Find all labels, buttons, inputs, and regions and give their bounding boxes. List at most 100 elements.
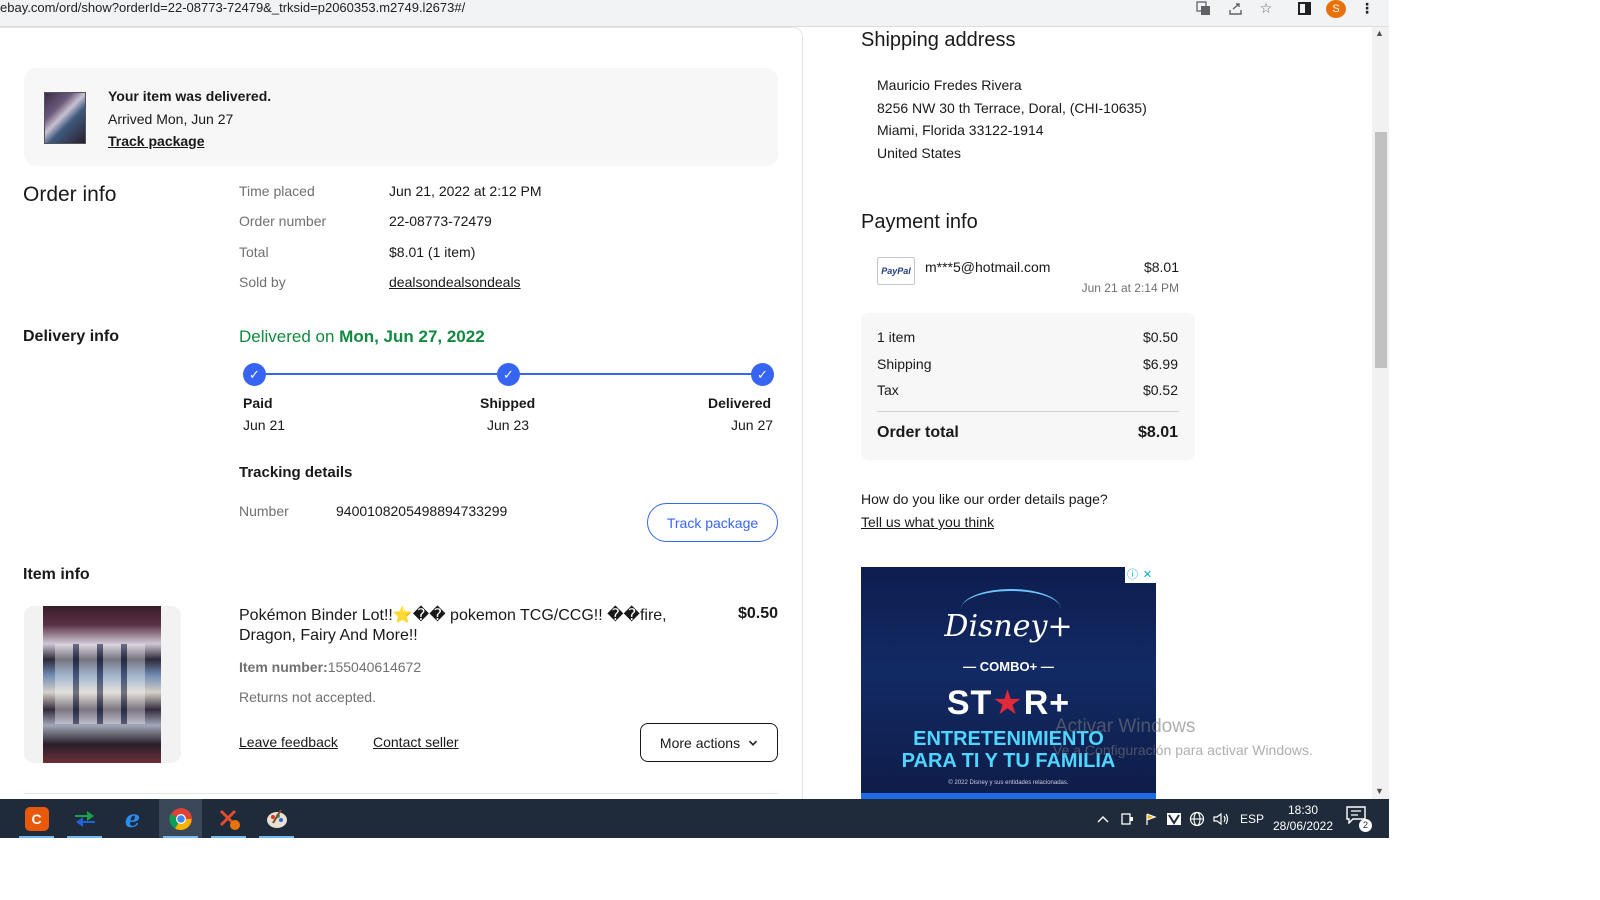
- check-icon: ✓: [751, 363, 774, 386]
- snipping-icon: [219, 809, 240, 830]
- paint-app-icon[interactable]: [255, 799, 298, 838]
- paypal-logo: PayPal: [877, 257, 915, 285]
- disney-ad-banner[interactable]: ⓘ ✕ Disney+ — COMBO+ — ST★R+ ENTRETENIMI…: [861, 567, 1156, 799]
- ccleaner-app-icon[interactable]: C: [15, 799, 58, 838]
- delivered-status-date: Mon, Jun 27, 2022: [339, 327, 485, 346]
- tray-chevron-up-icon[interactable]: [1097, 799, 1109, 838]
- address-bar[interactable]: ebay.com/ord/show?orderId=22-08773-72479…: [0, 0, 465, 18]
- internet-explorer-app-icon[interactable]: e: [111, 799, 154, 838]
- star-icon[interactable]: ☆: [1257, 0, 1275, 17]
- more-actions-label: More actions: [659, 734, 741, 751]
- tray-flag-icon[interactable]: [1144, 799, 1158, 838]
- check-icon: ✓: [497, 363, 520, 386]
- taskbar-indicator: [67, 836, 102, 838]
- step-delivered-date: Jun 27: [731, 417, 774, 433]
- order-number-value: 22-08773-72479: [389, 213, 492, 229]
- summary-tax-label: Tax: [877, 382, 899, 398]
- contact-seller-link[interactable]: Contact seller: [373, 734, 459, 750]
- tracking-number-label: Number: [239, 503, 289, 519]
- item-number-label: Item number:: [239, 659, 328, 675]
- order-total-value: $8.01: [1137, 424, 1178, 441]
- summary-items-label: 1 item: [877, 329, 916, 345]
- returns-policy: Returns not accepted.: [239, 689, 376, 705]
- paint-palette-icon: [266, 808, 287, 828]
- feedback-question: How do you like our order details page?: [861, 491, 1108, 507]
- taskbar-indicator: [259, 836, 294, 838]
- scrollbar-thumb[interactable]: [1375, 132, 1387, 368]
- ad-info-icon[interactable]: ⓘ: [1125, 567, 1140, 583]
- summary-shipping-value: $6.99: [1142, 356, 1178, 372]
- scroll-down-arrow-icon[interactable]: ▼: [1375, 786, 1384, 796]
- seller-link[interactable]: dealsondealsondeals: [389, 274, 521, 290]
- windows-activation-title: Activar Windows: [1055, 716, 1196, 737]
- step-delivered-label: Delivered: [708, 395, 772, 411]
- time-placed-value: Jun 21, 2022 at 2:12 PM: [389, 183, 542, 199]
- snipping-app-icon[interactable]: [207, 799, 250, 838]
- item-info-heading: Item info: [23, 566, 90, 583]
- leave-feedback-link[interactable]: Leave feedback: [239, 734, 338, 750]
- network-app-icon[interactable]: [63, 799, 106, 838]
- ie-glyph: e: [124, 804, 141, 833]
- item-thumbnail: [44, 92, 86, 144]
- tray-network-globe-icon[interactable]: [1189, 799, 1205, 838]
- section-divider: [24, 793, 778, 794]
- ad-choices[interactable]: ⓘ ✕: [1125, 567, 1156, 583]
- clock-date: 28/06/2022: [1272, 819, 1334, 833]
- item-image[interactable]: [24, 606, 181, 763]
- banner-track-package-link[interactable]: Track package: [108, 133, 205, 149]
- step-paid-label: Paid: [243, 395, 273, 411]
- windows-activation-subtitle: Ve a Configuración para activar Windows.: [1053, 742, 1313, 758]
- address-city: Miami, Florida 33122-1914: [877, 122, 1044, 138]
- step-shipped-label: Shipped: [480, 395, 536, 411]
- tray-volume-icon[interactable]: [1213, 799, 1231, 838]
- tray-app-icon[interactable]: [1166, 799, 1182, 838]
- address-street: 8256 NW 30 th Terrace, Doral, (CHI-10635…: [877, 100, 1147, 116]
- check-icon: ✓: [243, 363, 266, 386]
- order-info-heading: Order info: [23, 183, 117, 206]
- ad-star-glyph: ★: [992, 684, 1024, 722]
- notifications-icon[interactable]: 2: [1346, 806, 1372, 832]
- track-package-button[interactable]: Track package: [647, 503, 778, 542]
- summary-shipping-label: Shipping: [877, 356, 932, 372]
- item-photo: [43, 606, 161, 763]
- network-arrows-icon: [74, 810, 95, 827]
- menu-kebab-icon[interactable]: ⋮: [1358, 0, 1376, 17]
- notifications-count: 2: [1359, 819, 1372, 832]
- profile-avatar[interactable]: S: [1326, 0, 1346, 18]
- ad-star-left: ST: [946, 684, 993, 722]
- desktop-blank-area: [1389, 0, 1600, 900]
- delivery-info-heading: Delivery info: [23, 328, 120, 345]
- summary-divider: [877, 411, 1179, 412]
- order-summary: 1 item $0.50 Shipping $6.99 Tax $0.52 Or…: [861, 313, 1195, 460]
- total-value: $8.01 (1 item): [389, 244, 476, 260]
- summary-items-value: $0.50: [1142, 329, 1178, 345]
- more-actions-button[interactable]: More actions: [640, 723, 778, 762]
- ad-close-icon[interactable]: ✕: [1140, 567, 1155, 583]
- translate-icon[interactable]: [1194, 0, 1212, 17]
- delivered-status: Delivered on Mon, Jun 27, 2022: [239, 327, 485, 347]
- scroll-up-arrow-icon[interactable]: ▲: [1375, 28, 1384, 38]
- tracking-details-heading: Tracking details: [239, 464, 353, 481]
- chevron-down-icon: [749, 740, 758, 746]
- share-icon[interactable]: [1226, 0, 1244, 17]
- chrome-app-icon[interactable]: [159, 799, 202, 838]
- time-placed-label: Time placed: [239, 183, 315, 199]
- ad-brand-logo: Disney+: [944, 609, 1073, 644]
- address-name: Mauricio Fredes Rivera: [877, 77, 1022, 93]
- sidepanel-icon[interactable]: [1295, 0, 1313, 17]
- ccleaner-glyph: C: [24, 806, 49, 831]
- item-price: $0.50: [737, 605, 778, 622]
- step-paid-date: Jun 21: [243, 417, 286, 433]
- banner-title: Your item was delivered.: [108, 88, 272, 104]
- step-shipped-date: Jun 23: [487, 417, 530, 433]
- shipping-address-heading: Shipping address: [861, 29, 1016, 51]
- feedback-link[interactable]: Tell us what you think: [861, 514, 994, 530]
- item-title-link[interactable]: Pokémon Binder Lot!!⭐️�� pokemon TCG/CCG…: [239, 606, 699, 646]
- taskbar-clock[interactable]: 18:30 28/06/2022: [1268, 802, 1338, 834]
- tray-device-icon[interactable]: [1120, 799, 1134, 838]
- ad-combo-text: — COMBO+ —: [963, 659, 1054, 674]
- banner-subtitle: Arrived Mon, Jun 27: [108, 111, 234, 127]
- tray-language[interactable]: ESP: [1240, 799, 1264, 838]
- tracking-number-value: 9400108205498894733299: [336, 503, 508, 519]
- total-label: Total: [239, 244, 269, 260]
